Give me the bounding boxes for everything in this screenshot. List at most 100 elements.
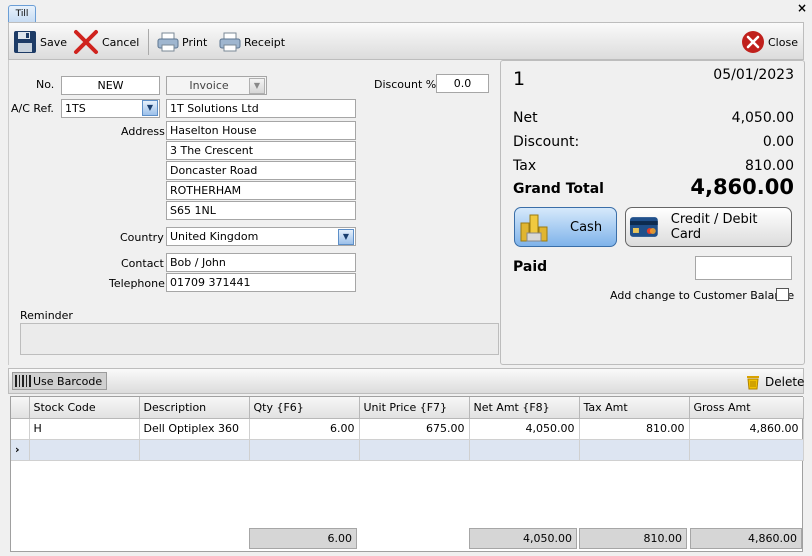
contact-label: Contact	[121, 257, 164, 270]
address-line-1[interactable]: Haselton House	[166, 121, 356, 140]
reminder-label: Reminder	[20, 309, 73, 322]
new-cell-tax-amt[interactable]	[579, 439, 690, 461]
column-header-net-amt[interactable]: Net Amt {F8}	[469, 397, 580, 419]
table-row[interactable]: H Dell Optiplex 360 6.00 675.00 4,050.00…	[11, 418, 804, 440]
cell-qty[interactable]: 6.00	[249, 418, 360, 440]
column-header-gross-amt[interactable]: Gross Amt	[689, 397, 804, 419]
grid-toolbar: Use Barcode Delete	[8, 368, 804, 394]
printer-icon	[157, 32, 179, 52]
receipt-printer-icon	[219, 32, 241, 52]
cell-description[interactable]: Dell Optiplex 360	[139, 418, 250, 440]
cancel-button[interactable]: Cancel	[73, 30, 140, 54]
document-type-dropdown-icon[interactable]: ▼	[249, 78, 265, 94]
tax-label: Tax	[513, 158, 537, 174]
cancel-label: Cancel	[102, 35, 140, 49]
address-line-2[interactable]: 3 The Crescent	[166, 141, 356, 160]
column-header-tax-amt[interactable]: Tax Amt	[579, 397, 690, 419]
paid-label: Paid	[513, 259, 548, 275]
close-label: Close	[768, 35, 798, 49]
telephone-label: Telephone	[109, 277, 165, 290]
transaction-date: 05/01/2023	[713, 67, 794, 83]
main-toolbar: Save Cancel Print Receipt Close	[8, 22, 804, 60]
country-label: Country	[120, 231, 164, 244]
coins-icon	[520, 214, 548, 242]
document-type-value: Invoice	[189, 79, 229, 92]
add-change-checkbox[interactable]	[776, 288, 789, 301]
account-ref-dropdown-icon[interactable]: ▼	[142, 100, 158, 116]
transaction-number: 1	[513, 68, 526, 90]
tab-strip: Till ×	[0, 0, 812, 22]
new-cell-qty[interactable]	[249, 439, 360, 461]
column-header-description[interactable]: Description	[139, 397, 250, 419]
cell-unit-price[interactable]: 675.00	[359, 418, 470, 440]
reminder-textarea[interactable]	[20, 323, 499, 355]
address-line-5[interactable]: S65 1NL	[166, 201, 356, 220]
new-cell-net-amt[interactable]	[469, 439, 580, 461]
trash-bin-icon	[747, 376, 759, 390]
new-row-marker-icon: ›	[11, 439, 30, 461]
window-close-icon[interactable]: ×	[796, 2, 808, 14]
row-selector-header	[11, 397, 30, 419]
column-header-qty[interactable]: Qty {F6}	[249, 397, 360, 419]
footer-gross-total: 4,860.00	[690, 528, 802, 549]
acref-label: A/C Ref.	[11, 102, 54, 115]
line-items-table: Stock Code Description Qty {F6} Unit Pri…	[11, 397, 804, 461]
cell-tax-amt[interactable]: 810.00	[579, 418, 690, 440]
footer-qty-total: 6.00	[249, 528, 357, 549]
telephone-field[interactable]: 01709 371441	[166, 273, 356, 292]
close-button[interactable]: Close	[741, 31, 798, 53]
new-cell-stock-code[interactable]	[29, 439, 140, 461]
cash-button[interactable]: Cash	[514, 207, 617, 247]
discount-total-value: 0.00	[762, 134, 794, 150]
net-value: 4,050.00	[731, 110, 794, 126]
receipt-button[interactable]: Receipt	[219, 31, 285, 53]
paid-amount-field[interactable]	[695, 256, 792, 280]
use-barcode-button[interactable]: Use Barcode	[12, 372, 108, 390]
receipt-label: Receipt	[244, 35, 286, 49]
red-cross-icon	[74, 30, 98, 54]
grand-total-label: Grand Total	[513, 181, 604, 197]
card-label: Credit / Debit Card	[670, 212, 758, 242]
tax-value: 810.00	[745, 158, 794, 174]
card-button[interactable]: Credit / Debit Card	[625, 207, 792, 247]
tab-till[interactable]: Till	[8, 5, 36, 22]
save-label: Save	[40, 35, 68, 49]
discount-percent-field[interactable]: 0.0	[436, 74, 489, 93]
grand-total-value: 4,860.00	[690, 175, 794, 199]
cash-label: Cash	[570, 219, 603, 235]
discount-percent-label: Discount %	[374, 78, 437, 91]
cell-net-amt[interactable]: 4,050.00	[469, 418, 580, 440]
new-cell-description[interactable]	[139, 439, 250, 461]
country-select[interactable]: United Kingdom	[166, 227, 356, 246]
use-barcode-label: Use Barcode	[33, 374, 103, 388]
country-dropdown-icon[interactable]: ▼	[338, 229, 354, 245]
toolbar-separator	[148, 29, 149, 55]
cell-stock-code[interactable]: H	[29, 418, 140, 440]
company-name-field[interactable]: 1T Solutions Ltd	[166, 99, 356, 118]
column-header-stock-code[interactable]: Stock Code	[29, 397, 140, 419]
discount-total-label: Discount:	[513, 134, 580, 150]
address-line-3[interactable]: Doncaster Road	[166, 161, 356, 180]
new-cell-unit-price[interactable]	[359, 439, 470, 461]
delete-label: Delete	[765, 375, 805, 389]
floppy-disk-icon	[14, 31, 36, 53]
address-label: Address	[121, 125, 165, 138]
column-header-unit-price[interactable]: Unit Price {F7}	[359, 397, 470, 419]
grid-header-row: Stock Code Description Qty {F6} Unit Pri…	[11, 397, 804, 419]
no-label: No.	[36, 78, 55, 91]
footer-tax-total: 810.00	[579, 528, 687, 549]
address-line-4[interactable]: ROTHERHAM	[166, 181, 356, 200]
footer-net-total: 4,050.00	[469, 528, 577, 549]
document-number-field[interactable]: NEW	[61, 76, 160, 95]
print-button[interactable]: Print	[157, 31, 207, 53]
row-selector[interactable]	[11, 418, 30, 440]
delete-button[interactable]: Delete	[745, 373, 804, 391]
new-cell-gross-amt[interactable]	[689, 439, 804, 461]
barcode-icon	[15, 375, 31, 387]
save-button[interactable]: Save	[13, 31, 67, 53]
contact-field[interactable]: Bob / John	[166, 253, 356, 272]
net-label: Net	[513, 110, 538, 126]
print-label: Print	[182, 35, 208, 49]
new-row[interactable]: ›	[11, 439, 804, 461]
cell-gross-amt[interactable]: 4,860.00	[689, 418, 804, 440]
